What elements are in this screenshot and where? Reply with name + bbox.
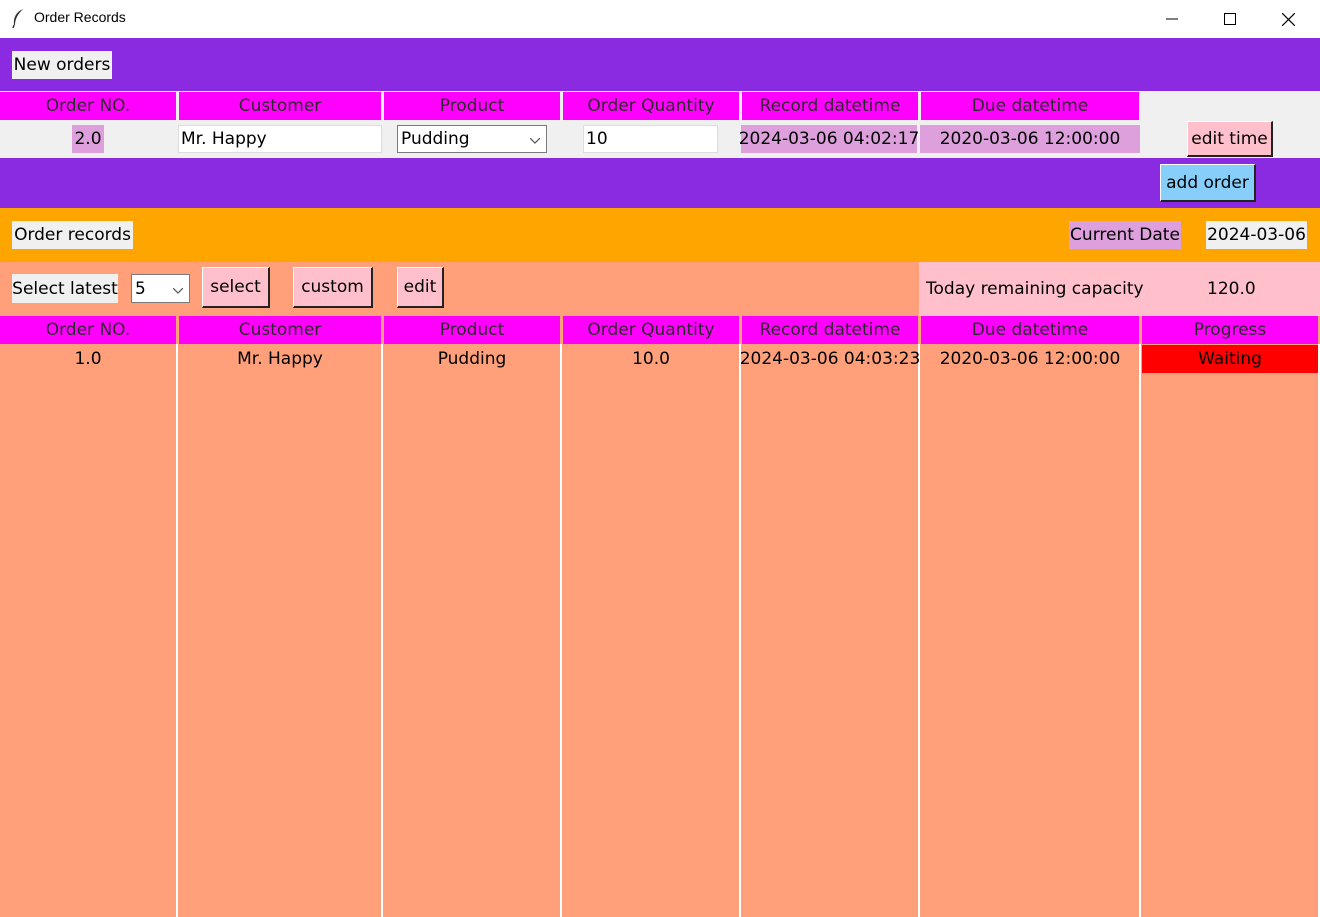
column-divider — [381, 344, 383, 917]
capacity-value: 120.0 — [1207, 279, 1256, 299]
feather-icon — [10, 8, 26, 29]
minimize-icon[interactable] — [1143, 0, 1201, 38]
rec-col-order-no: Order NO. — [0, 316, 176, 344]
row-progress-status: Waiting — [1142, 345, 1318, 373]
current-date-value: 2024-03-06 — [1206, 221, 1307, 249]
add-order-button[interactable]: add order — [1160, 164, 1256, 202]
close-icon[interactable] — [1259, 0, 1317, 38]
new-col-order-no: Order NO. — [0, 92, 176, 120]
customer-input[interactable]: Mr. Happy — [178, 125, 382, 153]
capacity-label: Today remaining capacity — [926, 279, 1144, 299]
rec-col-progress: Progress — [1142, 316, 1318, 344]
chevron-down-icon — [529, 129, 541, 149]
select-button[interactable]: select — [202, 267, 270, 308]
column-divider — [560, 344, 562, 917]
row-order-no: 1.0 — [74, 349, 102, 369]
rec-col-customer: Customer — [179, 316, 381, 344]
new-order-no-value: 2.0 — [72, 125, 104, 153]
product-dropdown[interactable]: Pudding — [397, 125, 547, 153]
new-col-record-datetime: Record datetime — [742, 92, 918, 120]
select-latest-label: Select latest — [12, 274, 118, 303]
custom-button[interactable]: custom — [293, 267, 373, 308]
window-title: Order Records — [34, 9, 126, 25]
new-record-datetime-value: 2024-03-06 04:02:17 — [739, 125, 919, 153]
new-orders-header-bar — [0, 38, 1320, 91]
rec-col-quantity: Order Quantity — [563, 316, 739, 344]
chevron-down-icon — [172, 279, 184, 299]
rec-col-product: Product — [384, 316, 560, 344]
current-date-label: Current Date — [1069, 221, 1181, 249]
edit-time-button[interactable]: edit time — [1187, 121, 1273, 157]
rec-col-record-datetime: Record datetime — [742, 316, 918, 344]
column-divider — [739, 344, 741, 917]
new-col-customer: Customer — [179, 92, 381, 120]
new-orders-label: New orders — [12, 51, 112, 79]
column-divider — [918, 344, 920, 917]
new-col-quantity: Order Quantity — [563, 92, 739, 120]
quantity-input[interactable]: 10 — [583, 125, 718, 153]
row-due-datetime: 2020-03-06 12:00:00 — [939, 349, 1121, 369]
order-records-label: Order records — [12, 221, 133, 249]
column-divider — [1139, 344, 1141, 917]
new-col-due-datetime: Due datetime — [921, 92, 1139, 120]
select-latest-dropdown[interactable]: 5 — [131, 274, 190, 303]
rec-col-due-datetime: Due datetime — [921, 316, 1139, 344]
maximize-icon[interactable] — [1201, 0, 1259, 38]
row-product: Pudding — [437, 349, 507, 369]
new-due-datetime-value: 2020-03-06 12:00:00 — [920, 125, 1140, 153]
edit-button[interactable]: edit — [397, 267, 444, 308]
new-col-product: Product — [384, 92, 560, 120]
title-bar — [0, 0, 1320, 38]
row-record-datetime: 2024-03-06 04:03:23 — [739, 349, 921, 369]
row-quantity: 10.0 — [632, 349, 670, 369]
select-latest-value: 5 — [135, 278, 146, 299]
row-customer: Mr. Happy — [237, 349, 323, 369]
product-dropdown-value: Pudding — [401, 129, 470, 149]
column-divider — [176, 344, 178, 917]
add-order-bar — [0, 158, 1320, 208]
